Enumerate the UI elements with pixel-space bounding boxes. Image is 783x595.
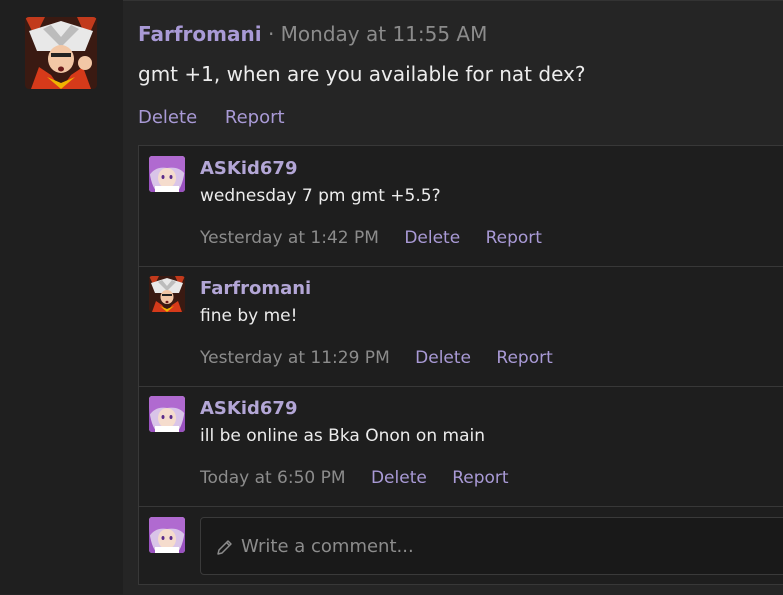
comment-author-link[interactable]: ASKid679 [200,398,297,419]
pencil-icon [217,540,232,555]
comment-delete-link[interactable]: Delete [404,228,460,248]
comment-composer: Write a comment... [139,507,783,586]
post-timestamp[interactable]: Monday at 11:55 AM [281,22,488,46]
askid-avatar[interactable] [149,396,185,432]
comment-item: Farfromani fine by me! Yesterday at 11:2… [139,266,783,387]
comment-author-link[interactable]: ASKid679 [200,158,297,179]
comment-text: fine by me! [200,306,298,326]
post-header: Farfromani · Monday at 11:55 AM [138,22,487,48]
comment-delete-link[interactable]: Delete [415,348,471,368]
post-separator: · [267,22,275,46]
comment-item: ASKid679 ill be online as Bka Onon on ma… [139,386,783,507]
left-gutter [0,0,123,594]
post-delete-link[interactable]: Delete [138,107,197,128]
post-report-link[interactable]: Report [225,107,285,128]
comment-item: ASKid679 wednesday 7 pm gmt +5.5? Yester… [139,146,783,267]
comment-input[interactable]: Write a comment... [200,517,783,575]
comment-text: ill be online as Bka Onon on main [200,426,485,446]
comment-timestamp[interactable]: Yesterday at 1:42 PM [200,228,379,248]
post-author-link[interactable]: Farfromani [138,22,262,46]
comment-meta: Today at 6:50 PM Delete Report [200,468,509,488]
comment-input-placeholder: Write a comment... [241,536,414,557]
comment-delete-link[interactable]: Delete [371,468,427,488]
post-body: gmt +1, when are you available for nat d… [138,62,586,86]
farfromani-avatar[interactable] [25,17,97,89]
comment-timestamp[interactable]: Today at 6:50 PM [200,468,346,488]
askid-avatar [149,517,185,553]
post-actions: Delete Report [138,107,285,128]
comment-timestamp[interactable]: Yesterday at 11:29 PM [200,348,390,368]
comment-report-link[interactable]: Report [452,468,508,488]
comment-author-link[interactable]: Farfromani [200,278,311,299]
comment-meta: Yesterday at 11:29 PM Delete Report [200,348,553,368]
comment-meta: Yesterday at 1:42 PM Delete Report [200,228,542,248]
comment-text: wednesday 7 pm gmt +5.5? [200,186,441,206]
comment-report-link[interactable]: Report [496,348,552,368]
comments-panel: ASKid679 wednesday 7 pm gmt +5.5? Yester… [138,145,783,585]
askid-avatar[interactable] [149,156,185,192]
comment-report-link[interactable]: Report [486,228,542,248]
farfromani-avatar[interactable] [149,276,185,312]
